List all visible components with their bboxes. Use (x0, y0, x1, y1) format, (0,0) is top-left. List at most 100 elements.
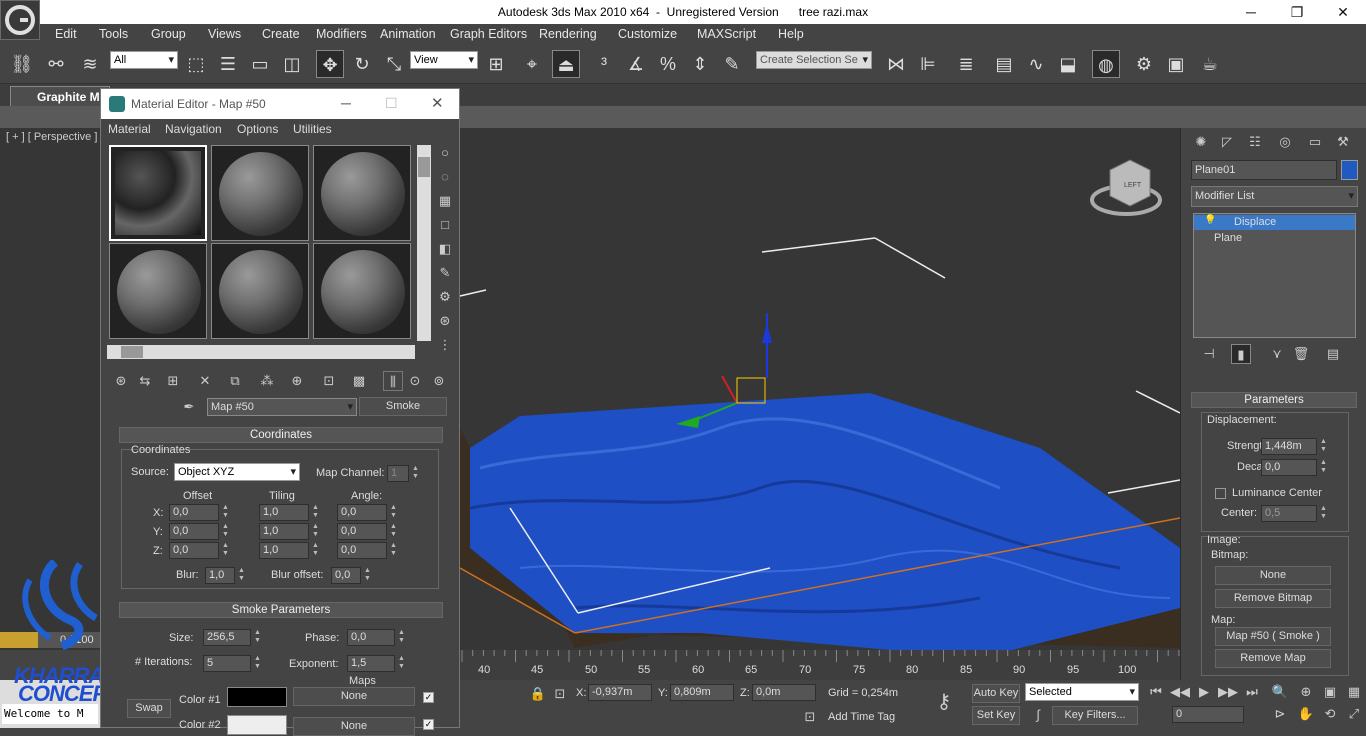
spinner-snap-icon[interactable]: ⇕ (686, 50, 714, 78)
make-preview-icon[interactable]: ✎ (435, 263, 455, 283)
select-object-icon[interactable]: ⬚ (182, 50, 210, 78)
bind-spacewarp-icon[interactable]: ≋ (76, 50, 104, 78)
video-check-icon[interactable]: ◧ (435, 239, 455, 259)
menu-modifiers[interactable]: Modifiers (316, 27, 367, 41)
link-icon[interactable]: ⛓ (8, 50, 36, 78)
menu-create[interactable]: Create (262, 27, 300, 41)
set-key-icon[interactable]: ⚷ (934, 692, 954, 712)
z-coord-field[interactable]: 0,0m (752, 684, 816, 701)
align-icon[interactable]: ⊫ (914, 50, 942, 78)
play-icon[interactable]: ▶ (1194, 682, 1214, 702)
render-production-icon[interactable]: ☕ (1196, 50, 1224, 78)
fov-icon[interactable]: ⊳ (1270, 704, 1290, 724)
map-name-field[interactable]: Map #50 (207, 398, 357, 416)
maximize-viewport-icon[interactable]: ⤢ (1344, 704, 1364, 724)
timeline[interactable]: 40 45 50 55 60 65 70 75 80 85 90 95 100 (460, 650, 1180, 680)
angle-z-field[interactable]: 0,0 (337, 542, 387, 559)
phase-spinner[interactable]: ▲ ▼ (397, 629, 406, 646)
menu-tools[interactable]: Tools (99, 27, 128, 41)
object-color-swatch[interactable] (1341, 160, 1358, 180)
color2-map-button[interactable]: None (293, 717, 415, 736)
bulb-icon[interactable]: 💡 (1204, 215, 1216, 226)
manipulate-icon[interactable]: ⌖ (518, 50, 546, 78)
set-key-button[interactable]: Set Key (972, 706, 1020, 725)
map-button[interactable]: Map #50 ( Smoke ) (1215, 627, 1331, 646)
select-by-name-icon[interactable]: ☰ (214, 50, 242, 78)
tiling-z-field[interactable]: 1,0 (259, 542, 309, 559)
create-tab-icon[interactable]: ✺ (1191, 132, 1211, 152)
make-unique-icon[interactable]: ⋎ (1267, 344, 1287, 364)
coordinates-rollout-header[interactable]: Coordinates (119, 427, 443, 443)
select-move-icon[interactable]: ✥ (316, 50, 344, 78)
viewport-label[interactable]: [ + ] [ Perspective ] (6, 131, 97, 143)
sample-slot[interactable] (313, 243, 411, 339)
display-tab-icon[interactable]: ▭ (1305, 132, 1325, 152)
angle-y-spinner[interactable]: ▲ ▼ (389, 523, 398, 540)
show-map-viewport-icon[interactable]: ▩ (349, 371, 369, 391)
pan-icon[interactable]: ✋ (1296, 704, 1316, 724)
rendered-frame-icon[interactable]: ▣ (1162, 50, 1190, 78)
offset-y-field[interactable]: 0,0 (169, 523, 219, 540)
motion-tab-icon[interactable]: ◎ (1275, 132, 1295, 152)
sample-slot[interactable] (109, 243, 207, 339)
minimize-button[interactable]: ─ (1228, 0, 1274, 24)
next-frame-icon[interactable]: ▶▶ (1218, 682, 1238, 702)
current-frame-field[interactable]: 0 (1172, 706, 1244, 723)
decay-spinner[interactable]: ▲ ▼ (1319, 459, 1328, 476)
slots-hscrollbar[interactable] (107, 345, 415, 359)
make-unique-mat-icon[interactable]: ⁂ (257, 371, 277, 391)
tiling-x-spinner[interactable]: ▲ ▼ (311, 504, 320, 521)
hierarchy-tab-icon[interactable]: ☷ (1245, 132, 1265, 152)
blur-spinner[interactable]: ▲ ▼ (237, 567, 246, 584)
material-id-icon[interactable]: ⊡ (319, 371, 339, 391)
stack-item-plane[interactable]: Plane (1214, 232, 1242, 244)
make-copy-icon[interactable]: ⧉ (225, 371, 245, 391)
smoke-rollout-header[interactable]: Smoke Parameters (119, 602, 443, 618)
graphite-tab[interactable]: Graphite Mo (10, 86, 110, 106)
menu-edit[interactable]: Edit (55, 27, 77, 41)
exponent-spinner[interactable]: ▲ ▼ (397, 655, 406, 672)
size-field[interactable]: 256,5 (203, 629, 251, 646)
menu-views[interactable]: Views (208, 27, 241, 41)
blur-offset-field[interactable]: 0,0 (331, 567, 361, 584)
auto-key-button[interactable]: Auto Key (972, 684, 1020, 703)
tiling-x-field[interactable]: 1,0 (259, 504, 309, 521)
sample-slot-active[interactable] (109, 145, 207, 241)
offset-x-spinner[interactable]: ▲ ▼ (221, 504, 230, 521)
blur-offset-spinner[interactable]: ▲ ▼ (363, 567, 372, 584)
tiling-y-field[interactable]: 1,0 (259, 523, 309, 540)
zoom-extents-all-icon[interactable]: ▦ (1344, 682, 1364, 702)
decay-field[interactable]: 0,0 (1261, 459, 1317, 476)
selection-filter-dropdown[interactable]: All (110, 51, 178, 69)
iterations-spinner[interactable]: ▲ ▼ (253, 655, 262, 672)
angle-snap-icon[interactable]: ∡ (622, 50, 650, 78)
layer-manager-icon[interactable]: ≣ (952, 50, 980, 78)
goto-start-icon[interactable]: ⏮ (1146, 682, 1166, 702)
reference-coord-dropdown[interactable]: View (410, 51, 478, 69)
blur-field[interactable]: 1,0 (205, 567, 235, 584)
strength-spinner[interactable]: ▲ ▼ (1319, 438, 1328, 455)
modify-tab-icon[interactable]: ◸ (1217, 132, 1237, 152)
remove-modifier-icon[interactable]: 🗑 (1291, 344, 1311, 364)
show-end-result-icon[interactable]: ▮ (1231, 344, 1251, 364)
color1-map-button[interactable]: None (293, 687, 415, 706)
select-scale-icon[interactable]: ⤡ (380, 50, 408, 78)
configure-sets-icon[interactable]: ▤ (1323, 344, 1343, 364)
backlight-icon[interactable]: ◌ (435, 167, 455, 187)
size-spinner[interactable]: ▲ ▼ (253, 629, 262, 646)
material-editor-icon[interactable]: ◍ (1092, 50, 1120, 78)
map-channel-spinner[interactable]: ▲ ▼ (411, 465, 420, 482)
edit-named-sel-icon[interactable]: ✎ (718, 50, 746, 78)
mat-maximize-icon[interactable]: ☐ (385, 95, 398, 112)
mat-menu-navigation[interactable]: Navigation (165, 122, 222, 136)
angle-x-field[interactable]: 0,0 (337, 504, 387, 521)
schematic-view-icon[interactable]: ⬓ (1054, 50, 1082, 78)
parameters-rollout-header[interactable]: Parameters (1191, 392, 1357, 408)
source-dropdown[interactable]: Object XYZ (174, 463, 300, 481)
object-name-field[interactable]: Plane01 (1191, 160, 1337, 180)
show-end-result-mat-icon[interactable]: ⫼ (383, 371, 403, 391)
prev-frame-icon[interactable]: ◀◀ (1170, 682, 1190, 702)
render-setup-icon[interactable]: ⚙ (1130, 50, 1158, 78)
go-forward-sibling-icon[interactable]: ⊚ (429, 371, 449, 391)
menu-group[interactable]: Group (151, 27, 186, 41)
